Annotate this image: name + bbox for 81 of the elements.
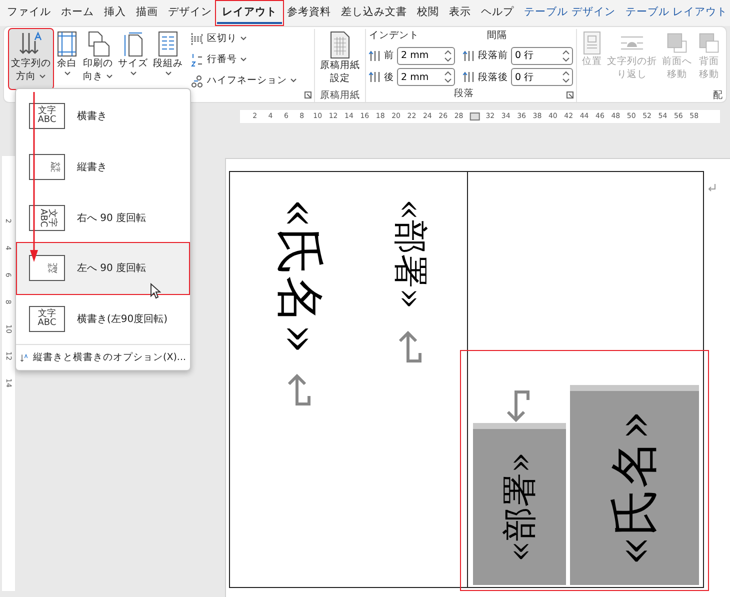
ribbon-button[interactable]: 段組み xyxy=(151,29,186,89)
ribbon-tab[interactable]: レイアウト xyxy=(217,2,282,24)
end-of-cell-icon xyxy=(397,330,423,364)
ribbon-button[interactable]: 原稿用紙 設定 xyxy=(318,29,362,89)
ribbon-tab[interactable]: テーブル レイアウト xyxy=(620,2,730,24)
paragraph-mark-icon xyxy=(708,184,716,192)
ribbon-tab[interactable]: デザイン xyxy=(163,2,217,24)
caret-icon xyxy=(290,78,298,83)
mouse-pointer-icon xyxy=(150,283,161,299)
ribbon-tab[interactable]: 参考資料 xyxy=(282,2,336,24)
ribbon-tab[interactable]: 描画 xyxy=(131,2,163,24)
page-size-icon xyxy=(122,31,144,57)
spacing-label: 間隔 xyxy=(486,29,508,43)
text-direction-icon xyxy=(20,352,28,364)
caret-icon xyxy=(240,57,248,62)
caret-icon xyxy=(130,71,137,76)
ribbon-tab[interactable]: 校閲 xyxy=(412,2,444,24)
menu-item[interactable]: 文字 ABC 横書き(左90度回転) xyxy=(17,294,189,344)
ribbon-tab[interactable]: ホーム xyxy=(56,2,99,24)
ribbon-button[interactable]: サイズ xyxy=(116,29,150,89)
ribbon-tab[interactable]: 差し込み文書 xyxy=(336,2,412,24)
caret-icon xyxy=(240,36,248,41)
spin-field[interactable]: 0 行 xyxy=(511,46,574,65)
spin-field[interactable]: 2 mm xyxy=(397,68,456,86)
columns-icon xyxy=(157,31,180,57)
ribbon-button[interactable]: ハイフネーション xyxy=(188,71,300,90)
indent-icon xyxy=(369,50,382,62)
ribbon-tab[interactable]: 表示 xyxy=(444,2,476,24)
spacing-icon xyxy=(463,50,476,62)
hyphenation-icon xyxy=(190,74,204,88)
text-direction-preview: 文字 ABC xyxy=(29,103,65,130)
spin-arrows-icon[interactable] xyxy=(562,70,570,84)
merge-field-text: «部署» xyxy=(393,199,427,309)
menu-item[interactable]: 縦書きと横書きのオプション(X)... xyxy=(16,344,190,370)
spin-field[interactable]: 0 行 xyxy=(511,68,574,86)
ribbon-button[interactable]: 文字列の 方向 xyxy=(9,29,53,89)
merge-field-text: «氏名» xyxy=(610,410,658,566)
ribbon-tab[interactable]: テーブル デザイン xyxy=(519,2,620,24)
caret-icon xyxy=(39,74,46,79)
indent-icon xyxy=(369,71,382,84)
caret-icon xyxy=(164,71,172,76)
ribbon-tab[interactable]: ヘルプ xyxy=(476,2,519,24)
field-label: 段落前 xyxy=(478,49,508,62)
spacing-icon xyxy=(463,71,476,84)
ribbon-tab[interactable]: ファイル xyxy=(2,2,56,24)
text-direction-preview: 文字 ABC xyxy=(29,204,65,231)
group-label: 段落 xyxy=(453,87,476,101)
ribbon-tab[interactable]: 挿入 xyxy=(99,2,131,24)
caret-icon xyxy=(64,71,70,76)
page-break-icon xyxy=(190,32,204,46)
spin-arrows-icon[interactable] xyxy=(444,48,452,63)
end-of-cell-icon xyxy=(505,389,531,423)
field-label: 段落後 xyxy=(478,70,508,84)
indent-label: インデント xyxy=(369,29,420,43)
group-label: 原稿用紙 xyxy=(319,89,362,102)
margins-icon xyxy=(56,31,78,57)
merge-field-text: «部署» xyxy=(502,452,536,562)
merge-field-text: «氏名» xyxy=(275,198,323,353)
position-icon xyxy=(582,31,602,55)
ribbon-button[interactable]: 余白 xyxy=(54,29,80,89)
dialog-launcher-icon[interactable] xyxy=(304,91,312,99)
group-label: 配 xyxy=(712,89,724,102)
bring-forward-icon xyxy=(665,31,690,55)
spin-arrows-icon[interactable] xyxy=(562,48,570,63)
page-orientation-icon xyxy=(86,31,110,57)
spin-field[interactable]: 2 mm xyxy=(397,46,456,65)
grid-paper-icon xyxy=(329,31,352,59)
ribbon-button[interactable]: 行番号 xyxy=(188,50,300,69)
spin-arrows-icon[interactable] xyxy=(444,70,452,84)
menu-item[interactable]: 文字 ABC 横書き xyxy=(17,91,189,142)
ribbon-button[interactable]: 区切り xyxy=(188,29,300,48)
send-backward-icon xyxy=(697,31,722,55)
text-direction-preview: 文字 ABC xyxy=(29,306,65,332)
caret-icon xyxy=(106,74,114,79)
field-label: 前 xyxy=(384,49,394,62)
end-of-cell-icon xyxy=(286,373,312,407)
line-numbers-icon xyxy=(190,52,204,66)
field-label: 後 xyxy=(384,70,394,84)
dialog-launcher-icon[interactable] xyxy=(566,91,574,99)
ribbon-button[interactable]: 印刷の 向き xyxy=(81,29,116,89)
menu-item[interactable]: 文字 ABC 右へ 90 度回転 xyxy=(17,192,189,243)
